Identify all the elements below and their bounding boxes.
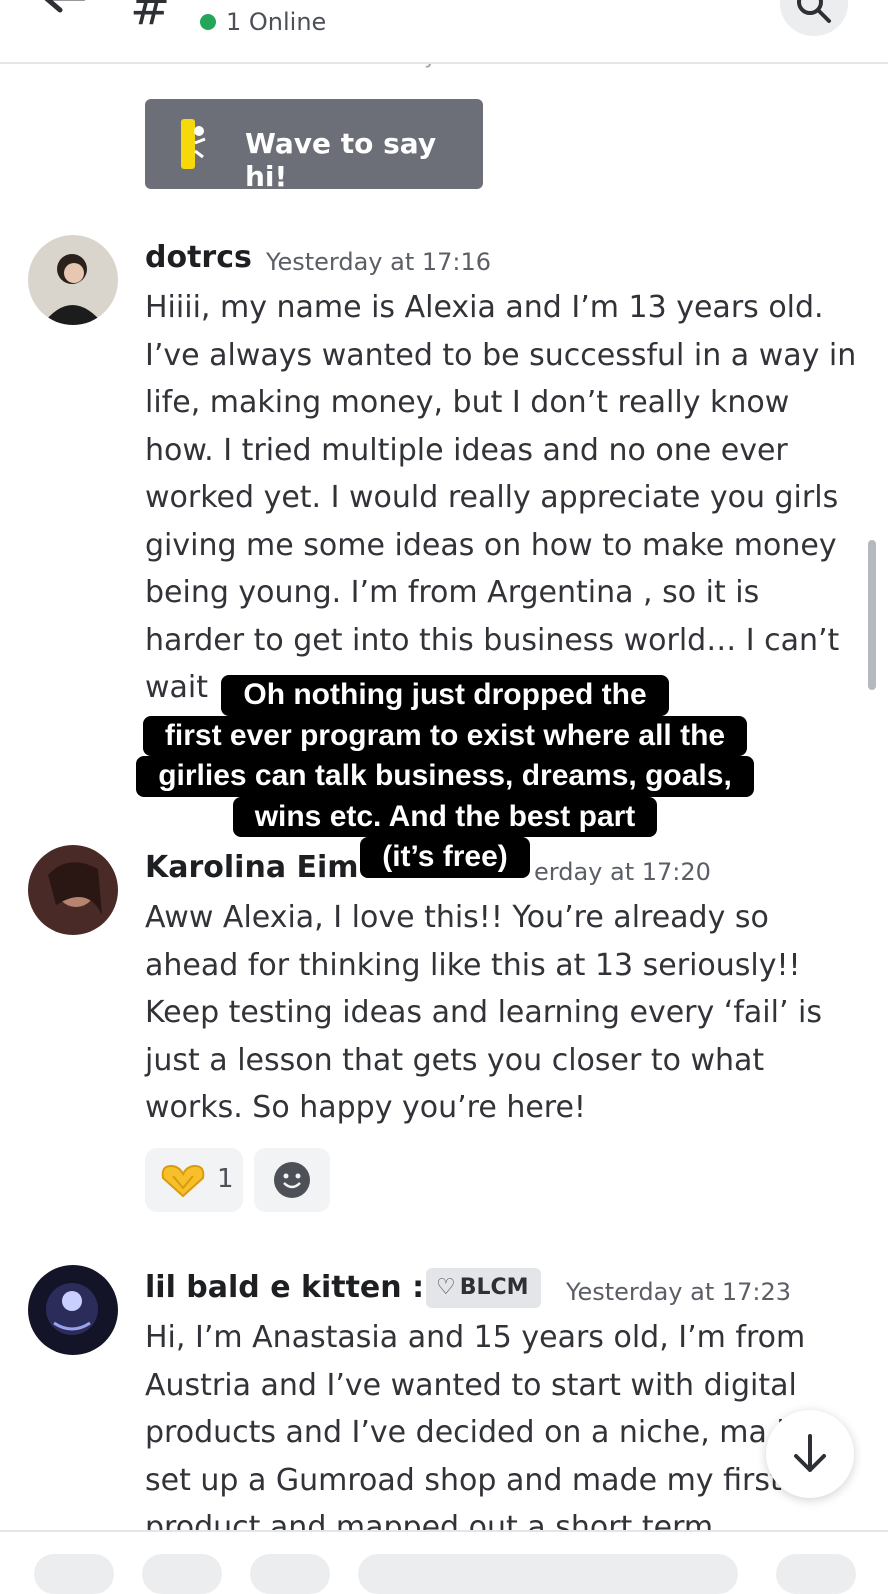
emoji-face-icon bbox=[274, 1162, 310, 1198]
user-photo-icon bbox=[28, 845, 118, 935]
caption-line: first ever program to exist where all th… bbox=[142, 715, 748, 756]
heart-icon: ♡ bbox=[436, 1275, 456, 1300]
message-username[interactable]: lil bald e kitten :3 bbox=[145, 1270, 445, 1305]
wave-button-label: Wave to say hi! bbox=[245, 127, 437, 193]
avatar[interactable] bbox=[28, 845, 118, 935]
message-timestamp: Yesterday at 17:16 bbox=[266, 248, 492, 276]
caption-line: girlies can talk business, dreams, goals… bbox=[136, 756, 754, 797]
add-reaction-button[interactable] bbox=[254, 1148, 330, 1212]
caption-line: Oh nothing just dropped the bbox=[221, 675, 669, 716]
message-text: Aww Alexia, I love this!! You’re already… bbox=[145, 900, 822, 1125]
apps-button[interactable] bbox=[142, 1554, 222, 1594]
wave-sticker-icon bbox=[181, 119, 206, 169]
avatar[interactable] bbox=[28, 1265, 118, 1355]
jump-to-bottom-button[interactable] bbox=[766, 1410, 854, 1498]
search-button[interactable] bbox=[780, 0, 848, 36]
online-status-dot bbox=[200, 14, 216, 30]
caption-line: (it’s free) bbox=[360, 837, 530, 878]
role-badge[interactable]: ♡ BLCM bbox=[426, 1268, 541, 1308]
heart-hands-icon bbox=[161, 1164, 205, 1198]
message-input[interactable] bbox=[358, 1554, 738, 1594]
role-label: BLCM bbox=[459, 1275, 529, 1300]
reaction-count: 1 bbox=[217, 1164, 234, 1194]
channel-header: # 1 Online bbox=[0, 0, 888, 64]
arrow-down-icon bbox=[794, 1434, 826, 1472]
user-photo-icon bbox=[28, 235, 118, 325]
message-username[interactable]: dotrcs bbox=[145, 240, 252, 275]
scrollbar[interactable] bbox=[868, 540, 876, 690]
back-arrow-icon[interactable] bbox=[38, 0, 88, 22]
caption-line: wins etc. And the best part bbox=[232, 796, 658, 837]
online-count: 1 Online bbox=[226, 8, 327, 36]
voice-button[interactable] bbox=[776, 1554, 856, 1594]
gift-button[interactable] bbox=[250, 1554, 330, 1594]
message-timestamp: Yesterday at 17:23 bbox=[566, 1278, 792, 1306]
reaction-pill[interactable]: 1 bbox=[145, 1148, 243, 1212]
video-caption-overlay: Oh nothing just dropped the first ever p… bbox=[120, 675, 770, 878]
user-photo-icon bbox=[28, 1265, 118, 1355]
search-icon bbox=[797, 0, 831, 23]
wave-to-say-hi-button[interactable]: Wave to say hi! bbox=[145, 99, 483, 193]
avatar[interactable] bbox=[28, 235, 118, 325]
channel-hash-icon: # bbox=[130, 0, 171, 36]
message-text: Hi, I’m Anastasia and 15 years old, I’m … bbox=[145, 1320, 851, 1545]
message-text: Hiiii, my name is Alexia and I’m 13 year… bbox=[145, 290, 857, 705]
bottom-toolbar bbox=[0, 1530, 888, 1594]
plus-button[interactable] bbox=[34, 1554, 114, 1594]
